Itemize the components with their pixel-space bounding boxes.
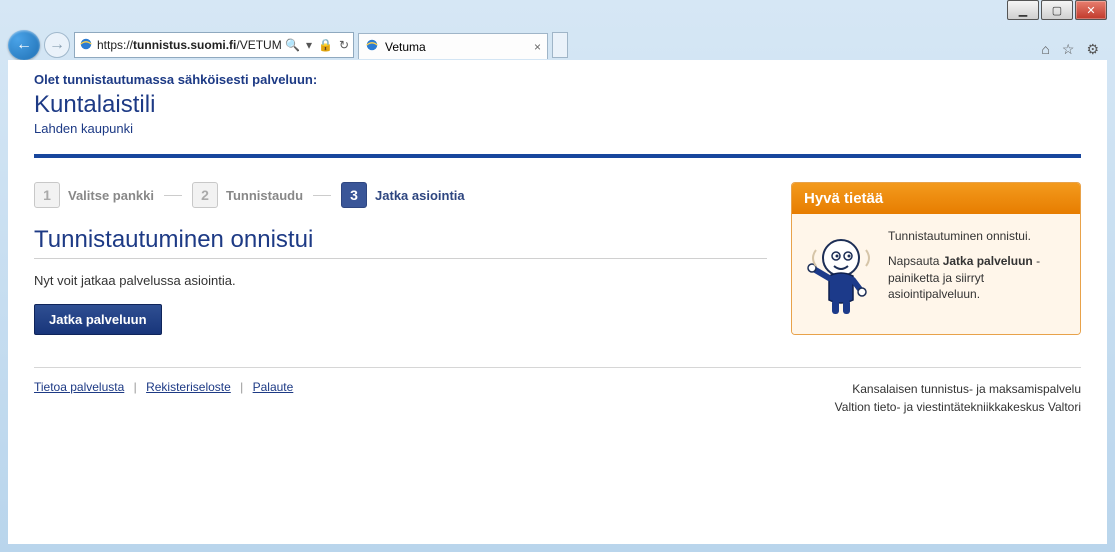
body-text: Nyt voit jatkaa palvelussa asiointia.	[34, 273, 767, 288]
maximize-icon: ▢	[1052, 4, 1062, 17]
org-name: Lahden kaupunki	[34, 121, 1081, 136]
favorites-icon[interactable]: ☆	[1062, 41, 1075, 58]
search-icon[interactable]: 🔍	[285, 38, 300, 52]
maximize-button[interactable]: ▢	[1041, 0, 1073, 20]
step-label: Valitse pankki	[68, 188, 154, 203]
close-tab-button[interactable]: ×	[534, 40, 541, 54]
main-content: 1 Valitse pankki 2 Tunnistaudu 3 Jatka a…	[34, 182, 767, 335]
arrow-right-icon: →	[49, 36, 65, 54]
info-line2: Napsauta Jatka palveluun -painiketta ja …	[888, 253, 1068, 303]
new-tab-button[interactable]	[552, 32, 568, 58]
intro-text: Olet tunnistautumassa sähköisesti palvel…	[34, 72, 1081, 87]
browser-right-controls: ⌂ ☆ ⚙	[1041, 41, 1099, 58]
forward-button[interactable]: →	[44, 32, 70, 58]
ie-icon	[79, 37, 93, 54]
home-icon[interactable]: ⌂	[1041, 41, 1049, 58]
step-3: 3 Jatka asiointia	[341, 182, 465, 208]
step-number: 3	[341, 182, 367, 208]
divider	[34, 154, 1081, 158]
step-wizard: 1 Valitse pankki 2 Tunnistaudu 3 Jatka a…	[34, 182, 767, 208]
window-controls: ▁ ▢ ✕	[1007, 0, 1107, 20]
info-line1: Tunnistautuminen onnistui.	[888, 228, 1068, 245]
step-separator	[313, 195, 331, 196]
url-text: https://tunnistus.suomi.fi/VETUMA	[97, 38, 281, 52]
info-text: Tunnistautuminen onnistui. Napsauta Jatk…	[888, 228, 1068, 318]
footer-credits: Kansalaisen tunnistus- ja maksamispalvel…	[835, 380, 1081, 416]
back-button[interactable]: ←	[8, 30, 40, 60]
info-heading: Hyvä tietää	[792, 183, 1080, 214]
step-number: 1	[34, 182, 60, 208]
minimize-icon: ▁	[1019, 4, 1027, 17]
lock-icon: 🔒	[318, 38, 333, 52]
browser-toolbar: ← → https://tunnistus.suomi.fi/VETUMA 🔍 …	[8, 30, 1107, 60]
address-bar[interactable]: https://tunnistus.suomi.fi/VETUMA 🔍 ▾ 🔒 …	[74, 32, 354, 58]
mascot-icon	[804, 228, 878, 318]
footer-link-about[interactable]: Tietoa palvelusta	[34, 380, 124, 394]
footer-credit-line1: Kansalaisen tunnistus- ja maksamispalvel…	[835, 380, 1081, 398]
settings-icon[interactable]: ⚙	[1086, 41, 1099, 58]
close-icon: ✕	[1086, 4, 1095, 17]
step-number: 2	[192, 182, 218, 208]
step-separator	[164, 195, 182, 196]
footer-link-privacy[interactable]: Rekisteriseloste	[146, 380, 231, 394]
step-2: 2 Tunnistaudu	[192, 182, 303, 208]
refresh-icon[interactable]: ↻	[339, 38, 349, 52]
arrow-left-icon: ←	[16, 36, 32, 54]
step-label: Jatka asiointia	[375, 188, 465, 203]
minimize-button[interactable]: ▁	[1007, 0, 1039, 20]
ie-icon	[365, 38, 379, 55]
page-viewport: Olet tunnistautumassa sähköisesti palvel…	[8, 60, 1107, 544]
step-label: Tunnistaudu	[226, 188, 303, 203]
info-body: Tunnistautuminen onnistui. Napsauta Jatk…	[792, 214, 1080, 334]
footer-link-feedback[interactable]: Palaute	[253, 380, 294, 394]
step-1: 1 Valitse pankki	[34, 182, 154, 208]
address-bar-controls: 🔍 ▾ 🔒 ↻	[285, 38, 349, 52]
main-columns: 1 Valitse pankki 2 Tunnistaudu 3 Jatka a…	[34, 182, 1081, 335]
page-title: Tunnistautuminen onnistui	[34, 226, 767, 259]
service-name: Kuntalaistili	[34, 91, 1081, 119]
info-box: Hyvä tietää	[791, 182, 1081, 335]
footer-separator: |	[240, 380, 243, 394]
tab-title: Vetuma	[385, 40, 528, 54]
dropdown-icon[interactable]: ▾	[306, 38, 312, 52]
footer-separator: |	[134, 380, 137, 394]
footer-credit-line2: Valtion tieto- ja viestintätekniikkakesk…	[835, 398, 1081, 416]
footer: Tietoa palvelusta | Rekisteriseloste | P…	[34, 367, 1081, 416]
continue-button[interactable]: Jatka palveluun	[34, 304, 162, 335]
footer-links: Tietoa palvelusta | Rekisteriseloste | P…	[34, 380, 293, 394]
browser-tab[interactable]: Vetuma ×	[358, 33, 548, 59]
close-window-button[interactable]: ✕	[1075, 0, 1107, 20]
